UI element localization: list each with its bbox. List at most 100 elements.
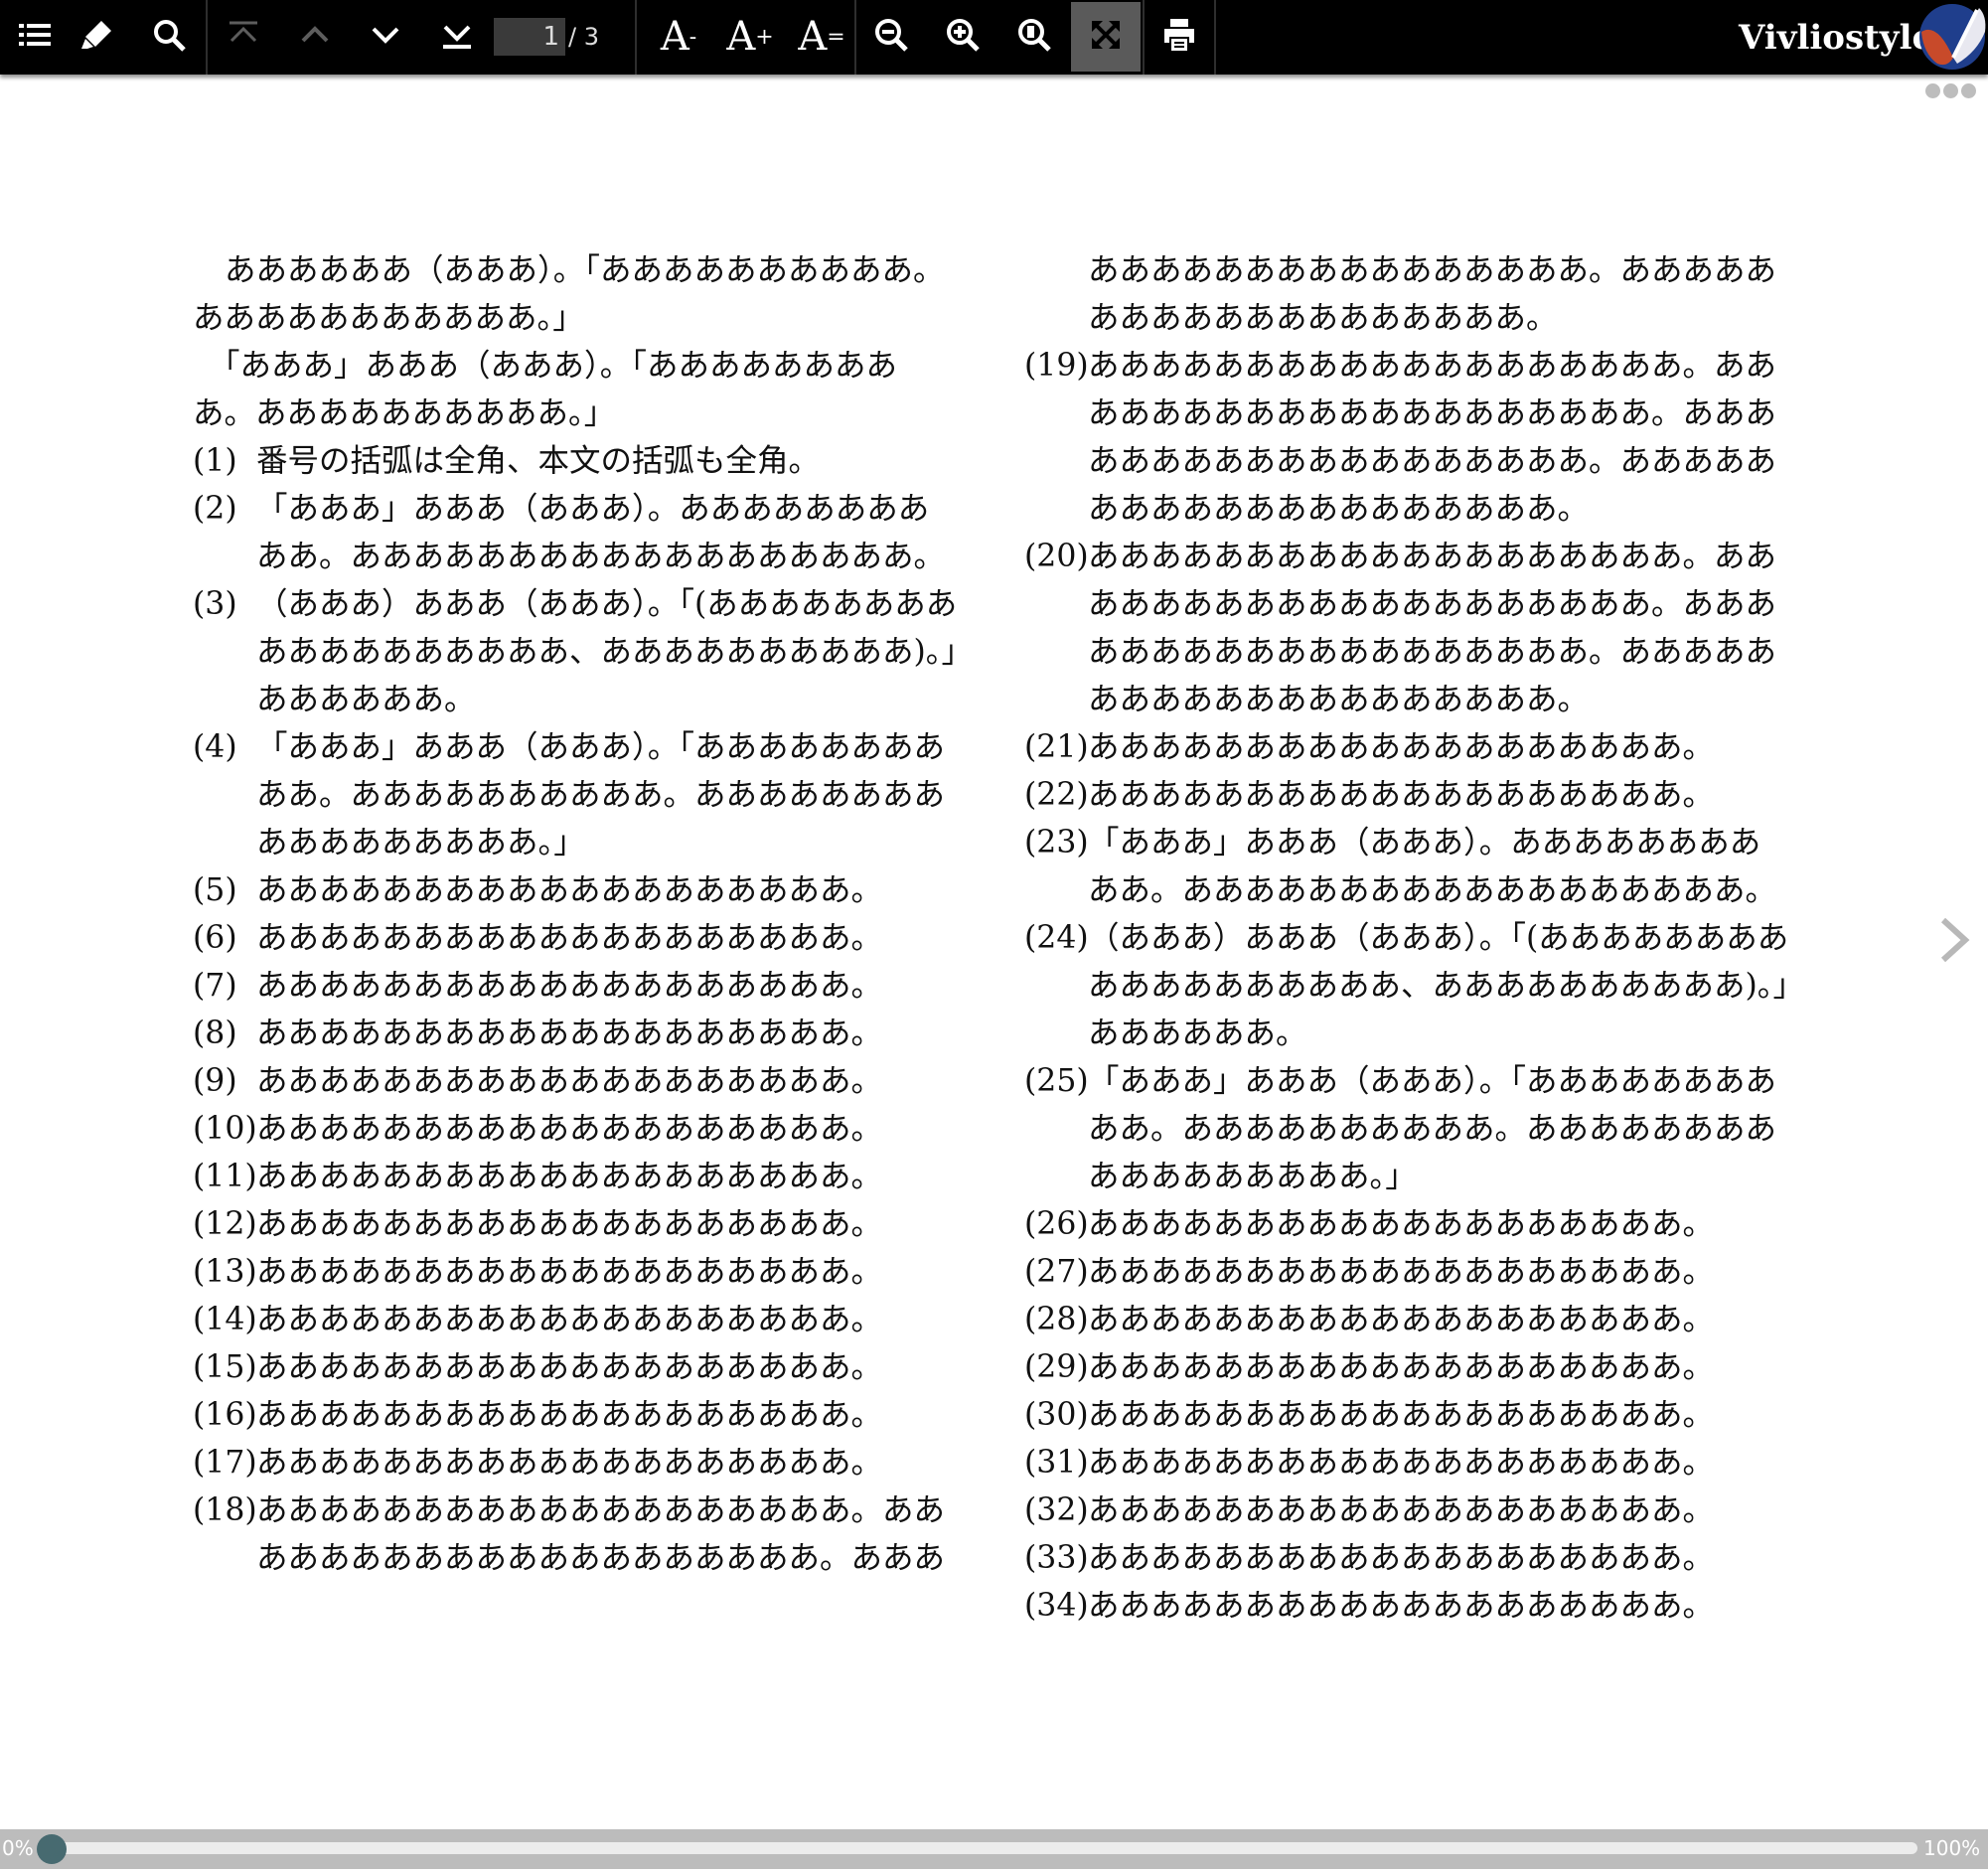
list-item-text: あああああああああああああああああああ。	[256, 1111, 883, 1147]
list-item-number: (25)	[1024, 1063, 1089, 1099]
list-item-text: あああああああああああああああああああ。	[256, 1254, 883, 1290]
list-item-number: (29)	[1024, 1349, 1089, 1385]
paragraph: 「あああ」あああ（あああ）。「あああああああああ。ああああああああああ。」	[193, 348, 898, 431]
list-item-number: (31)	[1024, 1445, 1089, 1481]
list-item-text: あああああああああああああああああああ。ああああああああああああああああああああ…	[1088, 539, 1777, 717]
first-page-button[interactable]	[209, 2, 278, 72]
list-item: (7) あああああああああああああああああああ。	[193, 962, 958, 1010]
list-item: ああああああああああああああああ。あああああああああああああああああああ。	[1024, 246, 1789, 342]
list-item-number: (10)	[193, 1111, 257, 1147]
list-item: (26) あああああああああああああああああああ。	[1024, 1200, 1789, 1248]
list-item-number: (3)	[193, 586, 237, 622]
marker-button[interactable]	[63, 2, 132, 72]
list-item-text: あああああああああああああああああああ。	[256, 1016, 883, 1051]
list-item: (16) あああああああああああああああああああ。	[193, 1391, 958, 1439]
list-item-number: (28)	[1024, 1302, 1089, 1337]
font-larger-button[interactable]: A +	[715, 2, 785, 72]
font-reset-sup: =	[827, 24, 845, 50]
list-item-text: あああああああああああああああああああ。	[1088, 1397, 1715, 1433]
zoom-in-button[interactable]	[928, 2, 997, 72]
list-item: (8) あああああああああああああああああああ。	[193, 1010, 958, 1057]
list-item: (17) あああああああああああああああああああ。	[193, 1439, 958, 1486]
list-item-number: (7)	[193, 968, 237, 1004]
list-item: (11) あああああああああああああああああああ。	[193, 1153, 958, 1200]
prev-page-button[interactable]	[280, 2, 350, 72]
list-item-number: (17)	[193, 1445, 257, 1481]
list-item-number: (6)	[193, 920, 237, 956]
list-item-number: (18)	[193, 1492, 257, 1528]
search-icon	[149, 15, 189, 59]
list-item: (25) 「あああ」あああ（あああ）。「ああああああああああ。ああああああああああ…	[1024, 1057, 1789, 1200]
list-item-text: あああああああああああああああああああ。	[256, 968, 883, 1004]
font-smaller-button[interactable]: A-	[644, 2, 713, 72]
left-column: ああああああ（あああ）。「ああああああああああ。あああああああああああ。」 「あ…	[193, 246, 958, 1582]
list-item-number: (20)	[1024, 539, 1089, 574]
list-item-text: あああああああああああああああああああ。	[1088, 1206, 1715, 1242]
list-item-text: 「あああ」あああ（あああ）。ああああああああああ。あああああああああああああああ…	[1088, 825, 1777, 908]
list-item: (24) （あああ）あああ（あああ）。「(ああああああああああああああああああ、あ…	[1024, 914, 1789, 1057]
toc-button[interactable]	[0, 2, 70, 72]
list-item: (4) 「あああ」あああ（あああ）。「ああああああああああ。ああああああああああ。…	[193, 723, 958, 866]
list-item-text: あああああああああああああああああああ。	[256, 1206, 883, 1242]
brand-name: Vivliostyle	[1739, 18, 1934, 58]
list-item: (34) あああああああああああああああああああ。	[1024, 1582, 1789, 1630]
list-item-text: あああああああああああああああああああ。	[256, 1063, 883, 1099]
list-item-text: あああああああああああああああああああ。	[256, 1349, 883, 1385]
list-item-text: 番号の括弧は全角、本文の括弧も全角。	[256, 443, 821, 479]
list-item-number: (34)	[1024, 1588, 1089, 1624]
progress-track[interactable]	[50, 1842, 1917, 1854]
list-item: (2) 「あああ」あああ（あああ）。ああああああああああ。ああああああああああああ…	[193, 485, 958, 580]
font-smaller-sup: -	[688, 24, 697, 50]
last-page-button[interactable]	[422, 2, 492, 72]
list-item-text: あああああああああああああああああああ。	[1088, 1588, 1715, 1624]
zoom-actual-button[interactable]	[999, 2, 1069, 72]
list-item: (10) あああああああああああああああああああ。	[193, 1105, 958, 1153]
list-item-number: (1)	[193, 443, 237, 479]
list-item-number: (26)	[1024, 1206, 1089, 1242]
font-reset-button[interactable]: A =	[787, 2, 856, 72]
list-item-number: (16)	[193, 1397, 257, 1433]
list-item-number: (14)	[193, 1302, 257, 1337]
list-item-text: 「あああ」あああ（あああ）。「ああああああああああ。ああああああああああ。あああ…	[1088, 1063, 1777, 1194]
list-item-number: (8)	[193, 1016, 237, 1051]
progress-slider-handle[interactable]	[37, 1834, 67, 1864]
list-item-text: あああああああああああああああああああ。	[256, 1445, 883, 1481]
page-total: / 3	[568, 23, 599, 51]
marker-icon	[77, 15, 117, 59]
list-item-text: あああああああああああああああああああ。	[256, 1397, 883, 1433]
list-item-number: (33)	[1024, 1540, 1089, 1576]
print-button[interactable]	[1145, 2, 1214, 72]
list-item: (31) あああああああああああああああああああ。	[1024, 1439, 1789, 1486]
paragraph: ああああああ（あああ）。「ああああああああああ。あああああああああああ。」	[193, 252, 945, 336]
list-item-text: あああああああああああああああああああ。	[1088, 1540, 1715, 1576]
list-item-text: あああああああああああああああああああ。	[1088, 1445, 1715, 1481]
list-item: (6) あああああああああああああああああああ。	[193, 914, 958, 962]
zoom-out-button[interactable]	[856, 2, 926, 72]
list-item-text: あああああああああああああああああああ。	[1088, 1254, 1715, 1290]
more-menu-button[interactable]	[1925, 83, 1976, 98]
list-item: (18) あああああああああああああああああああ。ああああああああああああああああ…	[193, 1486, 958, 1582]
page-number-input[interactable]: 1	[494, 18, 565, 56]
fit-page-button[interactable]	[1071, 2, 1141, 72]
font-reset-label: A	[798, 14, 828, 60]
next-page-button[interactable]	[351, 2, 420, 72]
list-item-number: (19)	[1024, 348, 1089, 384]
progress-end-label: 100%	[1923, 1836, 1981, 1860]
page-first-icon	[224, 15, 263, 59]
list-item: (19) あああああああああああああああああああ。ああああああああああああああああ…	[1024, 342, 1789, 533]
next-page-arrow[interactable]	[1937, 914, 1973, 966]
font-larger-label: A	[726, 14, 756, 60]
list-item-number: (32)	[1024, 1492, 1089, 1528]
chevron-up-icon	[295, 15, 335, 59]
list-item-text: あああああああああああああああああああ。ああああああああああああああああああああ…	[256, 1492, 946, 1576]
zoom-actual-icon	[1014, 15, 1054, 59]
list-item-text: あああああああああああああああああああ。	[1088, 729, 1715, 765]
list-item-text: 「あああ」あああ（あああ）。「ああああああああああ。ああああああああああ。あああ…	[256, 729, 946, 860]
list-item-text: あああああああああああああああああああ。	[256, 1159, 883, 1194]
search-button[interactable]	[134, 2, 204, 72]
print-icon	[1159, 15, 1199, 59]
progress-start-label: 0%	[2, 1836, 34, 1860]
list-item: (29) あああああああああああああああああああ。	[1024, 1343, 1789, 1391]
list-item-number: (12)	[193, 1206, 257, 1242]
list-item-text: 「あああ」あああ（あああ）。ああああああああああ。あああああああああああああああ…	[256, 491, 946, 574]
